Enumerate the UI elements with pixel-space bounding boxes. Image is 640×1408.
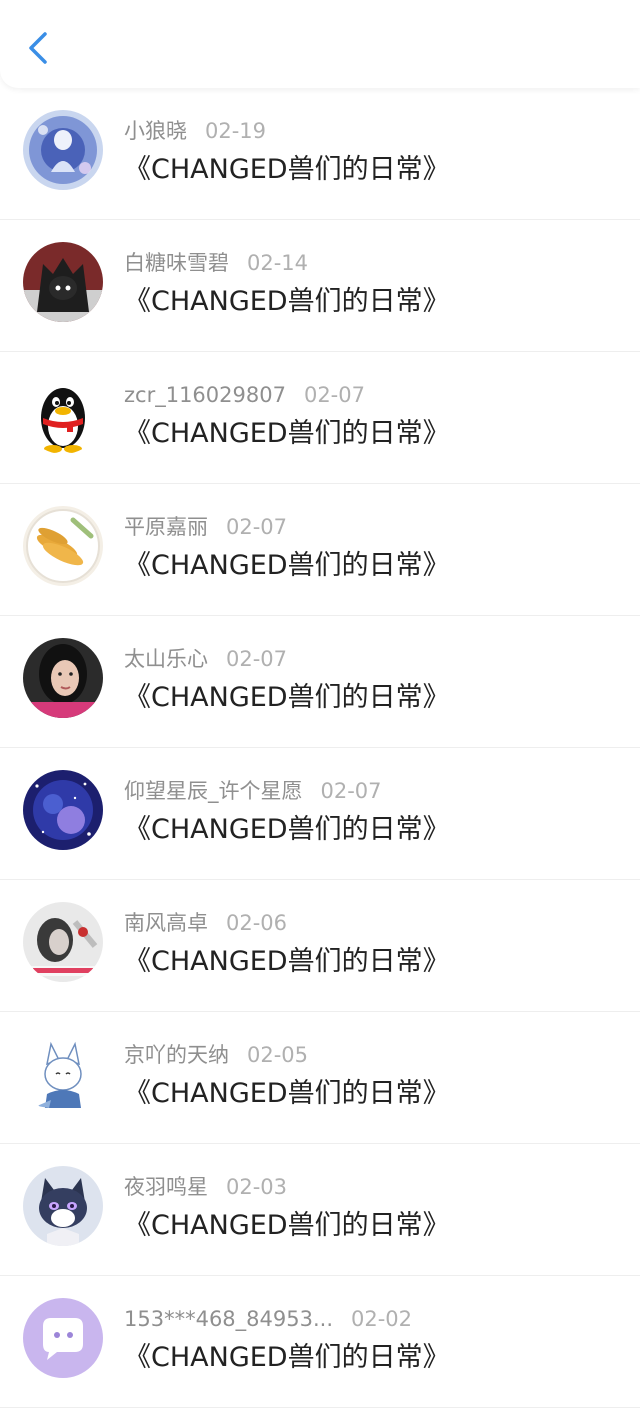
list-item[interactable]: 153***468_84953... 02-02 《CHANGED兽们的日常》: [0, 1276, 640, 1408]
date-label: 02-06: [226, 911, 288, 935]
portrait-photo-avatar[interactable]: [23, 638, 103, 718]
list-item[interactable]: 白糖味雪碧 02-14 《CHANGED兽们的日常》: [0, 220, 640, 352]
item-title: 《CHANGED兽们的日常》: [124, 814, 450, 845]
date-label: 02-05: [247, 1043, 309, 1067]
item-title: 《CHANGED兽们的日常》: [124, 1342, 450, 1373]
item-meta: 白糖味雪碧 02-14: [124, 248, 308, 278]
date-label: 02-07: [226, 515, 288, 539]
list-item[interactable]: 平原嘉丽 02-07 《CHANGED兽们的日常》: [0, 484, 640, 616]
chevron-left-icon: [29, 32, 47, 64]
date-label: 02-02: [351, 1307, 413, 1331]
item-title: 《CHANGED兽们的日常》: [124, 286, 450, 317]
date-label: 02-07: [226, 647, 288, 671]
date-label: 02-19: [205, 119, 267, 143]
chat-bubble-avatar[interactable]: [23, 1298, 103, 1378]
item-meta: 平原嘉丽 02-07: [124, 512, 287, 542]
list-item[interactable]: 仰望星辰_许个星愿 02-07 《CHANGED兽们的日常》: [0, 748, 640, 880]
item-meta: 南风高卓 02-06: [124, 908, 287, 938]
fantasy-character-avatar[interactable]: [23, 110, 103, 190]
item-meta: 太山乐心 02-07: [124, 644, 287, 674]
white-fox-avatar[interactable]: [23, 1034, 103, 1114]
item-meta: 京吖的天纳 02-05: [124, 1040, 308, 1070]
date-label: 02-07: [303, 383, 365, 407]
date-label: 02-14: [247, 251, 309, 275]
list-item[interactable]: 小狼晓 02-19 《CHANGED兽们的日常》: [0, 88, 640, 220]
user-name[interactable]: 白糖味雪碧: [124, 251, 229, 275]
item-title: 《CHANGED兽们的日常》: [124, 550, 450, 581]
user-name[interactable]: 京吖的天纳: [124, 1043, 229, 1067]
item-title: 《CHANGED兽们的日常》: [124, 154, 450, 185]
item-title: 《CHANGED兽们的日常》: [124, 946, 450, 977]
list-item[interactable]: 南风高卓 02-06 《CHANGED兽们的日常》: [0, 880, 640, 1012]
user-name[interactable]: 太山乐心: [124, 647, 208, 671]
penguin-avatar[interactable]: [23, 374, 103, 454]
user-name[interactable]: 平原嘉丽: [124, 515, 208, 539]
item-title: 《CHANGED兽们的日常》: [124, 682, 450, 713]
wolf-avatar[interactable]: [23, 1166, 103, 1246]
user-name[interactable]: 南风高卓: [124, 911, 208, 935]
starry-night-avatar[interactable]: [23, 770, 103, 850]
dark-creature-avatar[interactable]: [23, 242, 103, 322]
date-label: 02-07: [320, 779, 382, 803]
back-button[interactable]: [18, 26, 62, 70]
user-name[interactable]: 153***468_84953...: [124, 1307, 333, 1331]
item-title: 《CHANGED兽们的日常》: [124, 1210, 450, 1241]
item-meta: 仰望星辰_许个星愿 02-07: [124, 776, 382, 806]
item-meta: 小狼晓 02-19: [124, 116, 266, 146]
item-meta: 153***468_84953... 02-02: [124, 1304, 412, 1334]
list-item[interactable]: 太山乐心 02-07 《CHANGED兽们的日常》: [0, 616, 640, 748]
top-bar: [0, 0, 640, 88]
user-name[interactable]: 小狼晓: [124, 119, 187, 143]
list-item[interactable]: 夜羽鸣星 02-03 《CHANGED兽们的日常》: [0, 1144, 640, 1276]
user-name[interactable]: 仰望星辰_许个星愿: [124, 779, 303, 803]
item-meta: zcr_116029807 02-07: [124, 380, 365, 410]
bw-photo-avatar[interactable]: [23, 902, 103, 982]
list-item[interactable]: zcr_116029807 02-07 《CHANGED兽们的日常》: [0, 352, 640, 484]
date-label: 02-03: [226, 1175, 288, 1199]
comment-list: 小狼晓 02-19 《CHANGED兽们的日常》 白糖味雪碧 02-14 《CHAN…: [0, 88, 640, 1408]
user-name[interactable]: 夜羽鸣星: [124, 1175, 208, 1199]
user-name[interactable]: zcr_116029807: [124, 383, 286, 407]
list-item[interactable]: 京吖的天纳 02-05 《CHANGED兽们的日常》: [0, 1012, 640, 1144]
item-title: 《CHANGED兽们的日常》: [124, 418, 450, 449]
food-plate-avatar[interactable]: [23, 506, 103, 586]
item-meta: 夜羽鸣星 02-03: [124, 1172, 287, 1202]
item-title: 《CHANGED兽们的日常》: [124, 1078, 450, 1109]
